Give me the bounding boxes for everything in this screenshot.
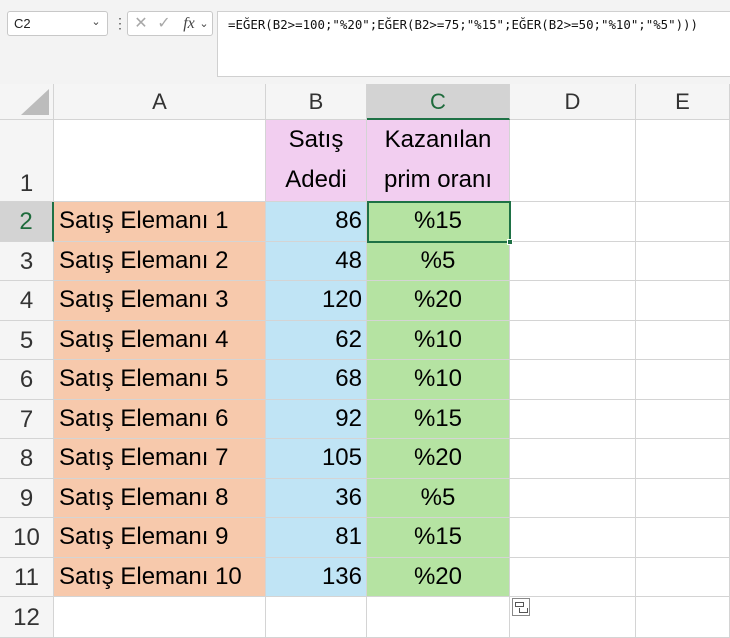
- cell-c11[interactable]: %20: [367, 558, 510, 597]
- cell-e2[interactable]: [636, 202, 730, 242]
- cell-e8[interactable]: [636, 439, 730, 479]
- cell-e1[interactable]: [636, 120, 730, 202]
- cell-e6[interactable]: [636, 360, 730, 400]
- column-header-e[interactable]: E: [636, 84, 730, 120]
- cell-e5[interactable]: [636, 321, 730, 360]
- row-header-6[interactable]: 6: [0, 360, 54, 400]
- select-all-button[interactable]: [0, 84, 54, 120]
- column-header-b[interactable]: B: [266, 84, 367, 120]
- cell-b5[interactable]: 62: [266, 321, 367, 360]
- cell-e11[interactable]: [636, 558, 730, 597]
- cell-b7[interactable]: 92: [266, 400, 367, 439]
- header-sales-line2: Adedi: [285, 166, 347, 193]
- row-header-2[interactable]: 2: [0, 202, 54, 242]
- header-cell-rate[interactable]: Kazanılan prim oranı: [367, 120, 510, 202]
- cell-e9[interactable]: [636, 479, 730, 518]
- fill-handle[interactable]: [507, 239, 513, 245]
- cell-a3[interactable]: Satış Elemanı 2: [54, 242, 266, 281]
- row-header-12[interactable]: 12: [0, 597, 54, 638]
- cell-b4[interactable]: 120: [266, 281, 367, 321]
- cell-e4[interactable]: [636, 281, 730, 321]
- formula-input[interactable]: =EĞER(B2>=100;"%20";EĞER(B2>=75;"%15";EĞ…: [217, 11, 730, 77]
- cell-e7[interactable]: [636, 400, 730, 439]
- cell-e12[interactable]: [636, 597, 730, 638]
- cell-c4[interactable]: %20: [367, 281, 510, 321]
- cell-c12[interactable]: [367, 597, 510, 638]
- quick-analysis-icon[interactable]: [512, 598, 530, 616]
- header-rate-line1: Kazanılan: [384, 126, 492, 153]
- column-header-d[interactable]: D: [510, 84, 636, 120]
- cell-b12[interactable]: [266, 597, 367, 638]
- cell-d11[interactable]: [510, 558, 636, 597]
- cell-a5[interactable]: Satış Elemanı 4: [54, 321, 266, 360]
- cell-b11[interactable]: 136: [266, 558, 367, 597]
- cell-b9[interactable]: 36: [266, 479, 367, 518]
- cell-e10[interactable]: [636, 518, 730, 558]
- spreadsheet-grid: ABCDE 1 2 3 4 5 6 7 8 9 10 11 12 Satış Adedi Kazanıla…: [0, 84, 730, 638]
- header-cell-sales[interactable]: Satış Adedi: [266, 120, 367, 202]
- column-header-c[interactable]: C: [367, 84, 510, 120]
- row-header-1[interactable]: 1: [0, 120, 54, 202]
- formula-controls: ✕ ✓ fx ⌄: [127, 11, 213, 36]
- cell-e3[interactable]: [636, 242, 730, 281]
- cell-a2[interactable]: Satış Elemanı 1: [54, 202, 266, 242]
- cell-c5[interactable]: %10: [367, 321, 510, 360]
- insert-function-icon[interactable]: fx: [180, 14, 198, 34]
- enter-icon[interactable]: ✓: [155, 14, 173, 34]
- cell-a7[interactable]: Satış Elemanı 6: [54, 400, 266, 439]
- cell-d1[interactable]: [510, 120, 636, 202]
- row-header-8[interactable]: 8: [0, 439, 54, 479]
- chevron-down-icon[interactable]: ⌄: [89, 15, 103, 31]
- cell-c7[interactable]: %15: [367, 400, 510, 439]
- row-header-5[interactable]: 5: [0, 321, 54, 360]
- cell-c8[interactable]: %20: [367, 439, 510, 479]
- cell-d5[interactable]: [510, 321, 636, 360]
- cancel-icon[interactable]: ✕: [132, 14, 150, 34]
- cell-b3[interactable]: 48: [266, 242, 367, 281]
- cell-d2[interactable]: [510, 202, 636, 242]
- cell-a1[interactable]: [54, 120, 266, 202]
- row-header-9[interactable]: 9: [0, 479, 54, 518]
- cell-d3[interactable]: [510, 242, 636, 281]
- row-header-10[interactable]: 10: [0, 518, 54, 558]
- row-header-4[interactable]: 4: [0, 281, 54, 321]
- cell-a10[interactable]: Satış Elemanı 9: [54, 518, 266, 558]
- cell-d4[interactable]: [510, 281, 636, 321]
- header-sales-line1: Satış: [288, 126, 344, 153]
- column-header-a[interactable]: A: [54, 84, 266, 120]
- name-box[interactable]: C2 ⌄: [7, 11, 108, 36]
- cell-d6[interactable]: [510, 360, 636, 400]
- more-options-icon[interactable]: ⋮: [113, 12, 127, 34]
- cell-a9[interactable]: Satış Elemanı 8: [54, 479, 266, 518]
- row-header-3[interactable]: 3: [0, 242, 54, 281]
- cell-d9[interactable]: [510, 479, 636, 518]
- select-all-icon: [21, 89, 49, 115]
- cell-d7[interactable]: [510, 400, 636, 439]
- cell-d8[interactable]: [510, 439, 636, 479]
- header-rate-line2: prim oranı: [383, 166, 493, 193]
- name-box-value: C2: [14, 16, 31, 31]
- cell-b2[interactable]: 86: [266, 202, 367, 242]
- cell-c2[interactable]: %15: [367, 202, 510, 242]
- formula-bar-area: C2 ⌄ ⋮ ✕ ✓ fx ⌄ =EĞER(B2>=100;"%20";EĞER…: [0, 0, 730, 84]
- cell-c3[interactable]: %5: [367, 242, 510, 281]
- cell-c10[interactable]: %15: [367, 518, 510, 558]
- cell-a11[interactable]: Satış Elemanı 10: [54, 558, 266, 597]
- cell-a8[interactable]: Satış Elemanı 7: [54, 439, 266, 479]
- row-header-7[interactable]: 7: [0, 400, 54, 439]
- cell-b8[interactable]: 105: [266, 439, 367, 479]
- cell-a12[interactable]: [54, 597, 266, 638]
- cell-c9[interactable]: %5: [367, 479, 510, 518]
- row-header-11[interactable]: 11: [0, 558, 54, 597]
- formula-text: =EĞER(B2>=100;"%20";EĞER(B2>=75;"%15";EĞ…: [228, 17, 698, 32]
- cell-a4[interactable]: Satış Elemanı 3: [54, 281, 266, 321]
- cell-a6[interactable]: Satış Elemanı 5: [54, 360, 266, 400]
- cell-b10[interactable]: 81: [266, 518, 367, 558]
- cell-d10[interactable]: [510, 518, 636, 558]
- chevron-down-icon[interactable]: ⌄: [198, 14, 210, 34]
- cell-b6[interactable]: 68: [266, 360, 367, 400]
- cell-c6[interactable]: %10: [367, 360, 510, 400]
